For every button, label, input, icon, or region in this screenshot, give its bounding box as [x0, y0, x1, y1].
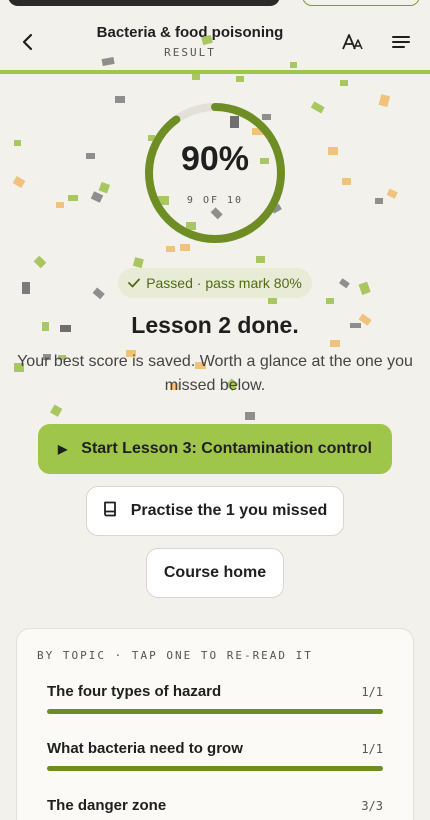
topic-item[interactable]: The four types of hazard 1/1 — [47, 683, 383, 723]
hamburger-menu-icon — [392, 36, 410, 48]
topic-progress-fill — [47, 766, 383, 771]
header-divider — [0, 70, 430, 74]
topic-progress-bar — [47, 766, 383, 771]
topics-heading: BY TOPIC · TAP ONE TO RE-READ IT — [37, 649, 313, 662]
text-size-icon — [342, 34, 363, 50]
course-home-label: Course home — [163, 564, 267, 581]
topic-item[interactable]: The danger zone 3/3 — [47, 797, 383, 820]
course-home-button[interactable]: Course home — [146, 548, 284, 598]
practise-missed-button[interactable]: Practise the 1 you missed — [86, 486, 344, 536]
score-percent: 90% — [180, 140, 250, 178]
topic-score: 3/3 — [361, 799, 383, 813]
topics-card: BY TOPIC · TAP ONE TO RE-READ IT The fou… — [16, 628, 414, 820]
start-next-lesson-button[interactable]: ▶ Start Lesson 3: Contamination control — [38, 424, 392, 474]
status-badge: Passed · pass mark 80% — [118, 268, 312, 298]
book-icon — [103, 501, 117, 522]
menu-button[interactable] — [387, 28, 415, 56]
page-title: Bacteria & food poisoning — [96, 24, 284, 41]
topic-score: 1/1 — [361, 742, 383, 756]
topic-label: What bacteria need to grow — [47, 740, 243, 757]
page-subtitle: RESULT — [164, 46, 216, 59]
topic-item[interactable]: What bacteria need to grow 1/1 — [47, 740, 383, 780]
score-fraction: 9 OF 10 — [186, 195, 244, 206]
start-next-lesson-label: Start Lesson 3: Contamination control — [81, 440, 372, 457]
app-header: Bacteria & food poisoning RESULT — [0, 6, 430, 70]
pass-text: Passed · pass mark 80% — [146, 275, 302, 291]
topic-progress-bar — [47, 709, 383, 714]
text-size-button[interactable] — [338, 28, 366, 56]
topic-label: The danger zone — [47, 797, 167, 814]
practise-missed-label: Practise the 1 you missed — [130, 502, 328, 519]
play-icon: ▶ — [58, 442, 68, 456]
result-heading: Lesson 2 done. — [131, 312, 299, 338]
score-ring: 90% 9 OF 10 — [142, 100, 288, 246]
topic-progress-fill — [47, 709, 383, 714]
result-message: Your best score is saved. Worth a glance… — [17, 353, 413, 394]
topic-label: The four types of hazard — [47, 683, 222, 700]
topic-score: 1/1 — [361, 685, 383, 699]
checkmark-icon — [128, 275, 141, 291]
